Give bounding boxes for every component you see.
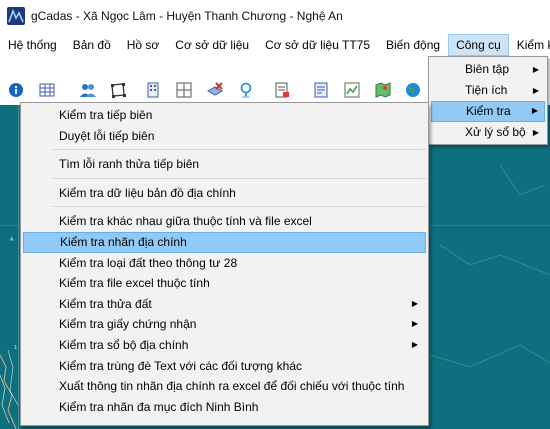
map-icon[interactable] bbox=[375, 82, 391, 98]
submenu-item-kiem-tra-giay-chung-nhan[interactable]: Kiểm tra giấy chứng nhận ▶ bbox=[23, 314, 426, 335]
submenu-item-label: Kiểm tra thửa đất bbox=[59, 296, 152, 311]
table-icon[interactable] bbox=[39, 82, 55, 98]
menu-ho-so[interactable]: Hồ sơ bbox=[119, 34, 168, 56]
map-label: 1 bbox=[14, 345, 18, 351]
grid-icon[interactable] bbox=[176, 82, 192, 98]
submenu-item-kiem-tra-so-bo[interactable]: Kiểm tra sổ bộ địa chính ▶ bbox=[23, 335, 426, 356]
title-bar: gCadas - Xã Ngọc Lâm - Huyện Thanh Chươn… bbox=[0, 0, 550, 32]
submenu-item-kiem-tra-nhan-ninh-binh[interactable]: Kiểm tra nhãn đa mục đích Ninh Bình bbox=[23, 397, 426, 418]
submenu-item-kiem-tra-nhan-dia-chinh[interactable]: Kiểm tra nhãn địa chính bbox=[23, 231, 426, 253]
menu-co-so-du-lieu[interactable]: Cơ sở dữ liệu bbox=[167, 34, 257, 56]
submenu-arrow-icon: ▶ bbox=[532, 128, 539, 137]
building-icon[interactable] bbox=[145, 82, 161, 98]
menu-ban-do[interactable]: Bản đồ bbox=[65, 34, 119, 56]
submenu-item-duyet-loi-tiep-bien[interactable]: Duyệt lỗi tiếp biên bbox=[23, 126, 426, 147]
submenu-item-kiem-tra-thua-dat[interactable]: Kiểm tra thửa đất ▶ bbox=[23, 294, 426, 315]
chart-icon[interactable] bbox=[344, 82, 360, 98]
menu-item-label: Xử lý sổ bộ bbox=[465, 125, 526, 139]
menu-item-tien-ich[interactable]: Tiện ích ▶ bbox=[431, 80, 545, 101]
location-pin-icon[interactable] bbox=[238, 82, 254, 98]
menu-item-kiem-tra[interactable]: Kiểm tra ▶ bbox=[431, 101, 545, 122]
submenu-item-xuat-thong-tin-nhan[interactable]: Xuất thông tin nhãn địa chính ra excel đ… bbox=[23, 376, 426, 397]
polygon-edit-icon[interactable] bbox=[110, 82, 126, 98]
submenu-arrow-icon: ▶ bbox=[531, 106, 538, 115]
submenu-item-label: Kiểm tra sổ bộ địa chính bbox=[59, 337, 189, 352]
submenu-item-label: Kiểm tra giấy chứng nhận bbox=[59, 317, 197, 332]
tools-dropdown-menu: Biên tập ▶ Tiện ích ▶ Kiểm tra ▶ Xử lý sổ b… bbox=[428, 56, 548, 145]
menu-item-bien-tap[interactable]: Biên tập ▶ bbox=[431, 59, 545, 80]
menu-item-label: Tiện ích bbox=[465, 83, 508, 97]
map-label: A bbox=[10, 237, 14, 243]
submenu-arrow-icon: ▶ bbox=[411, 298, 418, 308]
window-title: gCadas - Xã Ngọc Lâm - Huyện Thanh Chươn… bbox=[31, 9, 343, 23]
submenu-item-kiem-tra-trung-de-text[interactable]: Kiểm tra trùng đè Text với các đối tượng… bbox=[23, 356, 426, 377]
submenu-item-kiem-tra-loai-dat-tt28[interactable]: Kiểm tra loại đất theo thông tư 28 bbox=[23, 253, 426, 274]
menu-cong-cu[interactable]: Công cụ bbox=[448, 33, 509, 56]
submenu-item-kiem-tra-tiep-bien[interactable]: Kiểm tra tiếp biên bbox=[23, 105, 426, 126]
submenu-item-kiem-tra-du-lieu-ban-do[interactable]: Kiểm tra dữ liệu bản đồ địa chính bbox=[23, 183, 426, 204]
submenu-arrow-icon: ▶ bbox=[411, 319, 418, 329]
menu-bar: Hệ thống Bản đồ Hồ sơ Cơ sở dữ liệu Cơ s… bbox=[0, 32, 550, 57]
menu-bien-dong[interactable]: Biến động bbox=[378, 34, 448, 56]
globe-icon[interactable] bbox=[405, 82, 421, 98]
menu-co-so-du-lieu-tt75[interactable]: Cơ sở dữ liệu TT75 bbox=[257, 34, 378, 56]
report-icon[interactable] bbox=[274, 82, 290, 98]
submenu-arrow-icon: ▶ bbox=[411, 339, 418, 349]
users-icon[interactable] bbox=[80, 82, 96, 98]
submenu-item-tim-loi-ranh-thua[interactable]: Tìm lỗi ranh thửa tiếp biên bbox=[23, 154, 426, 175]
submenu-arrow-icon: ▶ bbox=[532, 86, 539, 95]
delete-layer-icon[interactable] bbox=[207, 82, 223, 98]
menu-item-xu-ly-so-bo[interactable]: Xử lý sổ bộ ▶ bbox=[431, 122, 545, 143]
menu-he-thong[interactable]: Hệ thống bbox=[0, 34, 65, 56]
submenu-arrow-icon: ▶ bbox=[532, 65, 539, 74]
submenu-item-kiem-tra-khac-nhau-excel[interactable]: Kiểm tra khác nhau giữa thuộc tính và fi… bbox=[23, 211, 426, 232]
menu-kiem-ke[interactable]: Kiểm kê bbox=[509, 34, 550, 56]
check-submenu: Kiểm tra tiếp biên Duyệt lỗi tiếp biên T… bbox=[20, 102, 429, 426]
edit-list-icon[interactable] bbox=[313, 82, 329, 98]
app-logo-icon bbox=[7, 7, 25, 25]
submenu-item-kiem-tra-file-excel[interactable]: Kiểm tra file excel thuộc tính bbox=[23, 273, 426, 294]
menu-item-label: Biên tập bbox=[465, 62, 510, 76]
menu-item-label: Kiểm tra bbox=[466, 104, 511, 118]
info-icon[interactable] bbox=[8, 82, 24, 98]
